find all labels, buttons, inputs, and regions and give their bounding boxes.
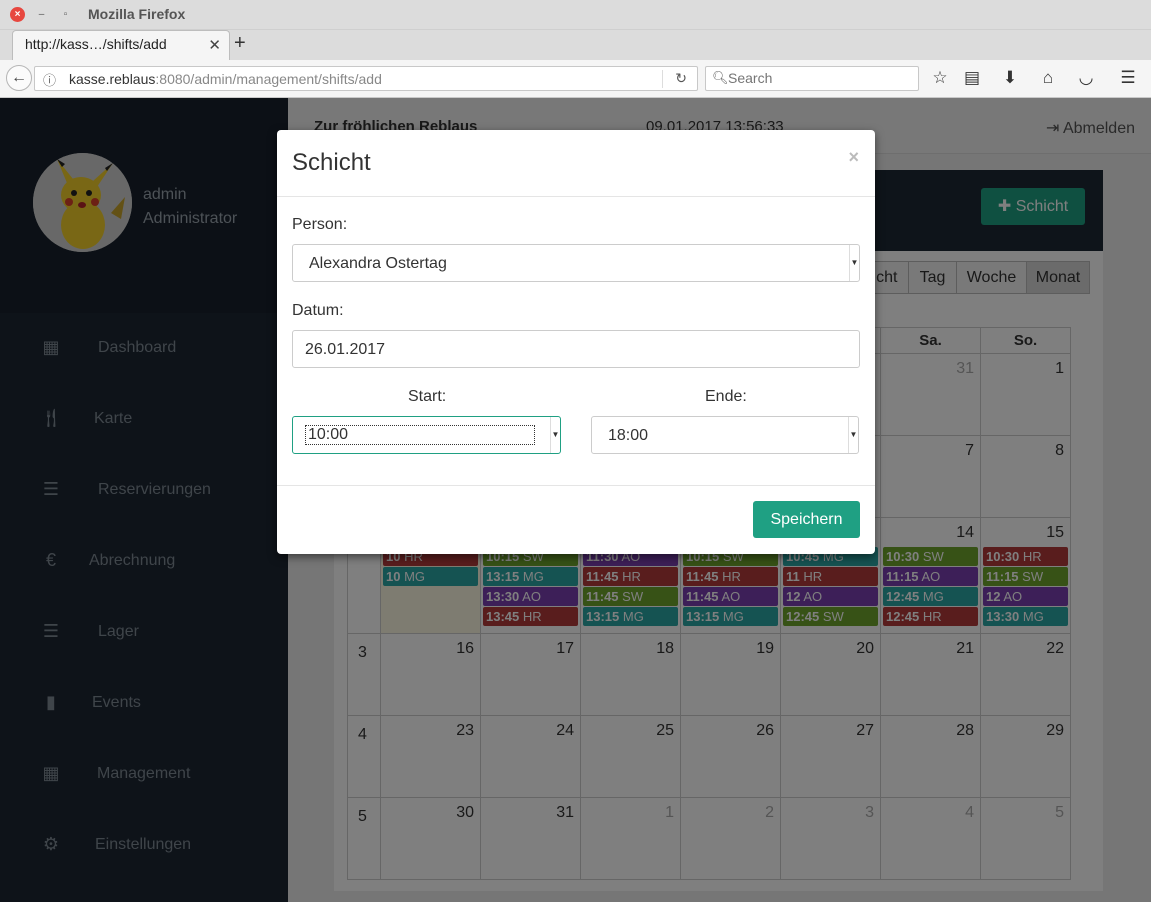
url-bar[interactable]: ⓘ kasse.reblaus:8080/admin/management/sh… <box>34 66 698 91</box>
end-time-select[interactable]: 18:00 ▼ <box>591 416 859 454</box>
date-value: 26.01.2017 <box>305 341 386 358</box>
search-bar[interactable]: 🔍︎ <box>705 66 919 91</box>
end-label: Ende: <box>705 388 747 405</box>
tab-strip: http://kass…/shifts/add ✕ + <box>0 30 1151 61</box>
date-label: Datum: <box>292 302 344 319</box>
window-minimize-button[interactable]: – <box>34 7 49 22</box>
back-button[interactable]: ← <box>6 65 32 91</box>
info-icon[interactable]: ⓘ <box>43 70 56 89</box>
chevron-down-icon: ▼ <box>550 417 560 453</box>
bookmarks-library-icon[interactable]: ▤ <box>961 68 983 88</box>
navigation-toolbar: ← ⓘ kasse.reblaus:8080/admin/management/… <box>0 60 1151 98</box>
menu-icon[interactable]: ☰ <box>1117 68 1139 88</box>
modal-footer: Speichern <box>277 485 875 554</box>
downloads-icon[interactable]: ⬇ <box>999 68 1021 88</box>
pocket-icon[interactable]: ◡ <box>1075 68 1097 88</box>
window-title: Mozilla Firefox <box>88 6 186 22</box>
chevron-down-icon: ▼ <box>848 417 858 453</box>
modal-title: Schicht <box>292 149 371 176</box>
person-value: Alexandra Ostertag <box>309 255 447 272</box>
url-host: kasse.reblaus <box>69 71 156 87</box>
modal-header: Schicht × <box>277 130 875 197</box>
new-tab-icon[interactable]: + <box>234 32 246 55</box>
browser-tab[interactable]: http://kass…/shifts/add ✕ <box>12 30 230 61</box>
person-label: Person: <box>292 216 348 233</box>
bookmark-star-icon[interactable]: ☆ <box>929 68 951 88</box>
search-icon: 🔍︎ <box>712 70 729 85</box>
tab-title: http://kass…/shifts/add <box>25 36 167 52</box>
chevron-down-icon: ▼ <box>849 245 859 281</box>
close-icon[interactable]: × <box>848 147 859 168</box>
date-field[interactable]: 26.01.2017 <box>292 330 860 368</box>
shift-modal: Schicht × Person: Alexandra Ostertag ▼ D… <box>277 130 875 554</box>
save-button[interactable]: Speichern <box>753 501 860 538</box>
person-select[interactable]: Alexandra Ostertag ▼ <box>292 244 860 282</box>
reload-icon[interactable]: ↻ <box>675 70 687 87</box>
start-time-select[interactable]: 10:00 ▼ <box>292 416 561 454</box>
start-label: Start: <box>408 388 447 405</box>
url-text: kasse.reblaus:8080/admin/management/shif… <box>69 71 382 87</box>
window-close-button[interactable]: × <box>10 7 25 22</box>
window-maximize-button[interactable]: ▫ <box>58 7 73 22</box>
home-icon[interactable]: ⌂ <box>1037 68 1059 88</box>
tab-close-icon[interactable]: ✕ <box>208 36 221 54</box>
url-path: :8080/admin/management/shifts/add <box>155 71 382 87</box>
end-time-value: 18:00 <box>608 427 649 444</box>
search-input[interactable] <box>728 70 908 86</box>
url-divider <box>662 70 663 88</box>
window-titlebar: × – ▫ Mozilla Firefox <box>0 0 1151 30</box>
start-time-value: 10:00 <box>305 425 535 445</box>
